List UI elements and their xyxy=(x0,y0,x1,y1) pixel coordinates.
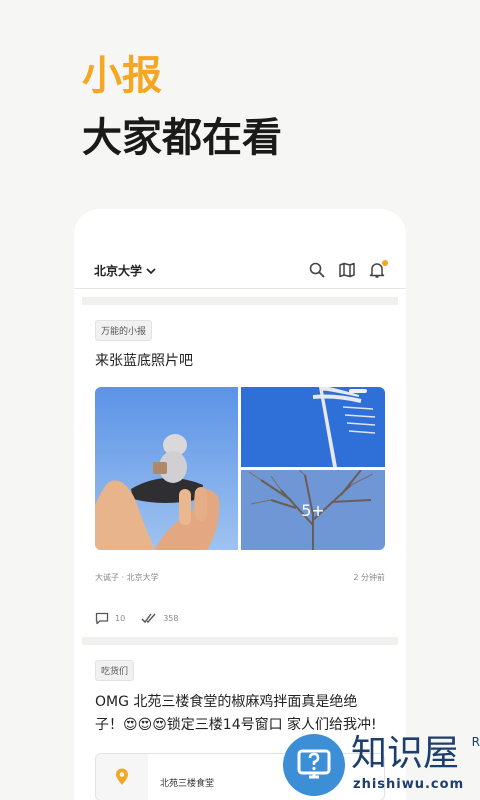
location-pin-icon xyxy=(116,768,128,785)
comment-count: 10 xyxy=(115,613,126,623)
double-check-icon[interactable] xyxy=(141,612,157,624)
hero-subtitle: 小报 xyxy=(82,53,162,99)
hero: 小报 大家都在看 xyxy=(82,52,282,162)
photo-street-lamp[interactable] xyxy=(241,387,385,467)
divider xyxy=(82,637,398,645)
photo-hand-figurine[interactable] xyxy=(95,387,238,550)
post-tag[interactable]: 吃货们 xyxy=(95,660,135,681)
post-meta: 大诚子 · 北京大学 2 分钟前 xyxy=(95,572,385,583)
notification-button[interactable] xyxy=(368,260,388,279)
map-icon[interactable] xyxy=(338,261,356,279)
computer-question-icon xyxy=(297,749,331,779)
phone-frame: 北京大学 万能的小报 来张蓝底照片吧 5+ 大诚子 · 北京大学 2 分钟前 1… xyxy=(74,209,406,800)
top-bar: 北京大学 xyxy=(74,253,406,289)
comment-icon[interactable] xyxy=(95,612,109,625)
watermark-text: 知识屋 xyxy=(351,733,460,774)
post-card[interactable]: 万能的小报 来张蓝底照片吧 5+ 大诚子 · 北京大学 2 分钟前 10 358 xyxy=(82,305,398,637)
post-title: 来张蓝底照片吧 xyxy=(95,353,193,369)
photo-bare-tree[interactable]: 5+ xyxy=(241,469,385,550)
unread-dot xyxy=(382,260,388,266)
hero-title: 大家都在看 xyxy=(82,115,282,161)
search-icon[interactable] xyxy=(308,261,326,279)
campus-label: 北京大学 xyxy=(94,264,143,278)
like-count: 358 xyxy=(163,613,179,623)
watermark-logo xyxy=(283,734,345,796)
watermark: 知识屋 R zhishiwu.com xyxy=(283,731,480,800)
post-author[interactable]: 大诚子 · 北京大学 xyxy=(95,572,159,583)
campus-selector[interactable]: 北京大学 xyxy=(94,262,156,279)
divider xyxy=(82,297,398,305)
registered-mark: R xyxy=(471,735,480,749)
post-time: 2 分钟前 xyxy=(353,573,385,582)
more-photos-count[interactable]: 5+ xyxy=(241,470,385,550)
watermark-url: zhishiwu.com xyxy=(353,777,465,792)
location-name: 北苑三楼食堂 xyxy=(160,779,215,789)
post-tag[interactable]: 万能的小报 xyxy=(95,320,153,341)
chevron-down-icon xyxy=(146,267,156,274)
feed: 万能的小报 来张蓝底照片吧 5+ 大诚子 · 北京大学 2 分钟前 10 358… xyxy=(82,297,398,800)
location-icon-box xyxy=(96,754,148,800)
photo-grid[interactable]: 5+ xyxy=(95,387,385,550)
post-stats: 10 358 xyxy=(95,611,385,625)
